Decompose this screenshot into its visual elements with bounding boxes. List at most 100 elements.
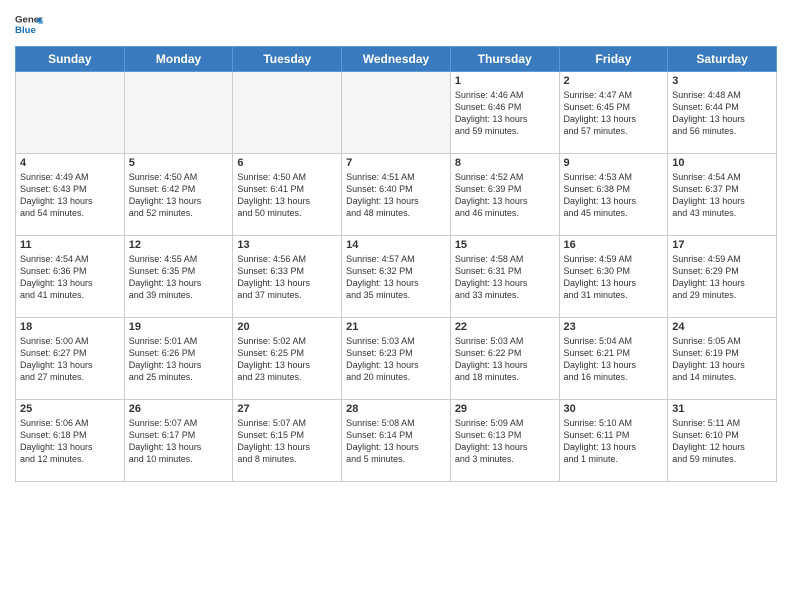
weekday-header-friday: Friday [559,47,668,72]
calendar-cell: 19 Sunrise: 5:01 AM Sunset: 6:26 PM Dayli… [124,318,233,400]
weekday-header-saturday: Saturday [668,47,777,72]
day-number: 3 [672,75,772,87]
calendar-cell: 22 Sunrise: 5:03 AM Sunset: 6:22 PM Dayli… [450,318,559,400]
calendar-cell [233,72,342,154]
day-info: Sunrise: 4:54 AM Sunset: 6:37 PM Dayligh… [672,171,772,220]
day-info: Sunrise: 5:07 AM Sunset: 6:17 PM Dayligh… [129,417,229,466]
day-number: 19 [129,321,229,333]
day-info: Sunrise: 4:50 AM Sunset: 6:42 PM Dayligh… [129,171,229,220]
calendar-cell: 25Sunrise: 5:06 AM Sunset: 6:18 PM Dayli… [16,400,125,482]
day-info: Sunrise: 5:10 AM Sunset: 6:11 PM Dayligh… [564,417,664,466]
calendar-cell: 24 Sunrise: 5:05 AM Sunset: 6:19 PM Dayli… [668,318,777,400]
calendar-cell: 6 Sunrise: 4:50 AM Sunset: 6:41 PM Daylig… [233,154,342,236]
day-info: Sunrise: 5:11 AM Sunset: 6:10 PM Dayligh… [672,417,772,466]
day-info: Sunrise: 4:50 AM Sunset: 6:41 PM Dayligh… [237,171,337,220]
week-row-4: 18 Sunrise: 5:00 AM Sunset: 6:27 PM Dayli… [16,318,777,400]
weekday-header-thursday: Thursday [450,47,559,72]
calendar-cell: 15Sunrise: 4:58 AM Sunset: 6:31 PM Dayli… [450,236,559,318]
day-number: 14 [346,239,446,251]
week-row-2: 4Sunrise: 4:49 AM Sunset: 6:43 PM Daylig… [16,154,777,236]
calendar-cell: 4Sunrise: 4:49 AM Sunset: 6:43 PM Daylig… [16,154,125,236]
calendar-cell: 11 Sunrise: 4:54 AM Sunset: 6:36 PM Dayli… [16,236,125,318]
header: General Blue [15,10,777,38]
calendar-cell: 27 Sunrise: 5:07 AM Sunset: 6:15 PM Dayli… [233,400,342,482]
day-number: 17 [672,239,772,251]
day-info: Sunrise: 5:01 AM Sunset: 6:26 PM Dayligh… [129,335,229,384]
calendar-cell: 20Sunrise: 5:02 AM Sunset: 6:25 PM Dayli… [233,318,342,400]
week-row-5: 25Sunrise: 5:06 AM Sunset: 6:18 PM Dayli… [16,400,777,482]
calendar-cell: 23 Sunrise: 5:04 AM Sunset: 6:21 PM Dayli… [559,318,668,400]
day-info: Sunrise: 5:05 AM Sunset: 6:19 PM Dayligh… [672,335,772,384]
day-number: 12 [129,239,229,251]
day-number: 1 [455,75,555,87]
day-info: Sunrise: 5:02 AM Sunset: 6:25 PM Dayligh… [237,335,337,384]
day-info: Sunrise: 4:51 AM Sunset: 6:40 PM Dayligh… [346,171,446,220]
calendar-cell: 3 Sunrise: 4:48 AM Sunset: 6:44 PM Daylig… [668,72,777,154]
day-number: 28 [346,403,446,415]
day-number: 10 [672,157,772,169]
day-number: 27 [237,403,337,415]
calendar-cell: 1 Sunrise: 4:46 AM Sunset: 6:46 PM Daylig… [450,72,559,154]
day-number: 5 [129,157,229,169]
calendar-cell: 13Sunrise: 4:56 AM Sunset: 6:33 PM Dayli… [233,236,342,318]
calendar-cell: 5 Sunrise: 4:50 AM Sunset: 6:42 PM Daylig… [124,154,233,236]
day-number: 8 [455,157,555,169]
day-number: 21 [346,321,446,333]
calendar-cell: 14Sunrise: 4:57 AM Sunset: 6:32 PM Dayli… [342,236,451,318]
day-number: 7 [346,157,446,169]
logo: General Blue [15,10,47,38]
calendar-cell: 12 Sunrise: 4:55 AM Sunset: 6:35 PM Dayli… [124,236,233,318]
calendar-cell [124,72,233,154]
calendar-cell: 16 Sunrise: 4:59 AM Sunset: 6:30 PM Dayli… [559,236,668,318]
week-row-3: 11 Sunrise: 4:54 AM Sunset: 6:36 PM Dayli… [16,236,777,318]
day-number: 18 [20,321,120,333]
weekday-header-row: SundayMondayTuesdayWednesdayThursdayFrid… [16,47,777,72]
day-info: Sunrise: 5:07 AM Sunset: 6:15 PM Dayligh… [237,417,337,466]
day-number: 6 [237,157,337,169]
day-number: 29 [455,403,555,415]
calendar-cell: 8 Sunrise: 4:52 AM Sunset: 6:39 PM Daylig… [450,154,559,236]
day-number: 15 [455,239,555,251]
calendar-cell: 21 Sunrise: 5:03 AM Sunset: 6:23 PM Dayli… [342,318,451,400]
day-info: Sunrise: 4:49 AM Sunset: 6:43 PM Dayligh… [20,171,120,220]
day-number: 25 [20,403,120,415]
day-number: 24 [672,321,772,333]
day-number: 23 [564,321,664,333]
day-info: Sunrise: 4:52 AM Sunset: 6:39 PM Dayligh… [455,171,555,220]
calendar-cell: 31Sunrise: 5:11 AM Sunset: 6:10 PM Dayli… [668,400,777,482]
day-number: 22 [455,321,555,333]
calendar-cell [16,72,125,154]
weekday-header-wednesday: Wednesday [342,47,451,72]
day-info: Sunrise: 5:03 AM Sunset: 6:23 PM Dayligh… [346,335,446,384]
calendar-cell: 9Sunrise: 4:53 AM Sunset: 6:38 PM Daylig… [559,154,668,236]
day-number: 9 [564,157,664,169]
day-info: Sunrise: 4:55 AM Sunset: 6:35 PM Dayligh… [129,253,229,302]
day-info: Sunrise: 5:09 AM Sunset: 6:13 PM Dayligh… [455,417,555,466]
day-info: Sunrise: 4:54 AM Sunset: 6:36 PM Dayligh… [20,253,120,302]
day-number: 2 [564,75,664,87]
day-info: Sunrise: 4:59 AM Sunset: 6:29 PM Dayligh… [672,253,772,302]
week-row-1: 1 Sunrise: 4:46 AM Sunset: 6:46 PM Daylig… [16,72,777,154]
day-number: 11 [20,239,120,251]
calendar-cell: 28 Sunrise: 5:08 AM Sunset: 6:14 PM Dayli… [342,400,451,482]
day-info: Sunrise: 5:03 AM Sunset: 6:22 PM Dayligh… [455,335,555,384]
calendar-cell: 18 Sunrise: 5:00 AM Sunset: 6:27 PM Dayli… [16,318,125,400]
day-info: Sunrise: 4:59 AM Sunset: 6:30 PM Dayligh… [564,253,664,302]
day-number: 16 [564,239,664,251]
calendar-cell [342,72,451,154]
weekday-header-monday: Monday [124,47,233,72]
calendar-cell: 10 Sunrise: 4:54 AM Sunset: 6:37 PM Dayli… [668,154,777,236]
day-info: Sunrise: 4:46 AM Sunset: 6:46 PM Dayligh… [455,89,555,138]
weekday-header-tuesday: Tuesday [233,47,342,72]
day-info: Sunrise: 4:56 AM Sunset: 6:33 PM Dayligh… [237,253,337,302]
logo-icon: General Blue [15,10,43,38]
day-number: 26 [129,403,229,415]
day-info: Sunrise: 5:04 AM Sunset: 6:21 PM Dayligh… [564,335,664,384]
weekday-header-sunday: Sunday [16,47,125,72]
day-number: 30 [564,403,664,415]
day-info: Sunrise: 5:00 AM Sunset: 6:27 PM Dayligh… [20,335,120,384]
day-info: Sunrise: 4:48 AM Sunset: 6:44 PM Dayligh… [672,89,772,138]
calendar-table: SundayMondayTuesdayWednesdayThursdayFrid… [15,46,777,482]
svg-text:Blue: Blue [15,25,36,36]
day-info: Sunrise: 5:08 AM Sunset: 6:14 PM Dayligh… [346,417,446,466]
